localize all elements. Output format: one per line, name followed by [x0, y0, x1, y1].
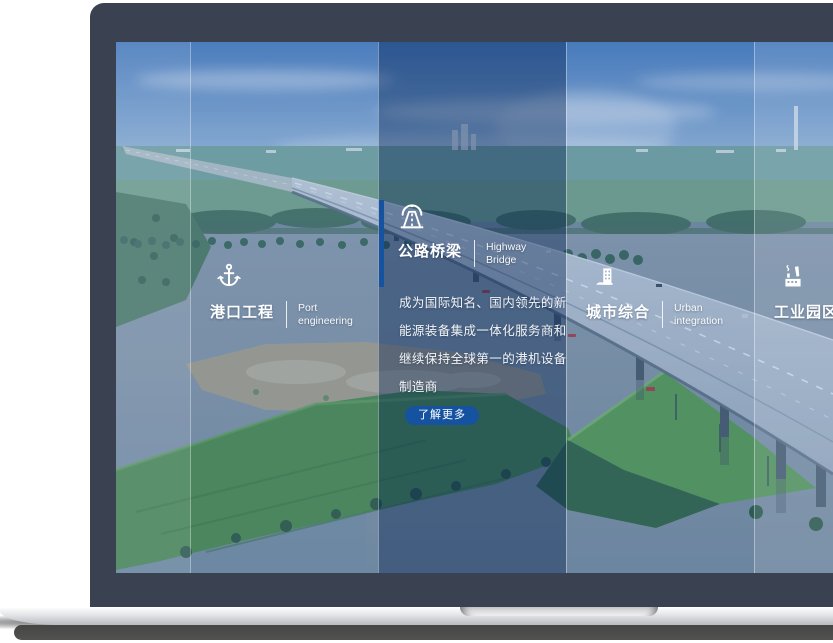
panel-highway-bridge[interactable]: 公路桥梁 Highway Bridge 成为国际知名、国内领先的新 能源装备集成…: [378, 42, 566, 573]
column-separator: [566, 42, 567, 573]
panel-urban-integration[interactable]: 城市综合 Urban integration: [566, 42, 754, 573]
column-separator: [190, 42, 191, 573]
panel-title-en: Urban integration: [674, 302, 723, 328]
edge-strip-left: [116, 42, 190, 573]
column-separator: [754, 42, 755, 573]
laptop-screen: 港口工程 Port engineering: [116, 42, 833, 573]
panel-title-zh: 港口工程: [210, 304, 274, 321]
highway-bridge-icon: [397, 201, 427, 231]
column-separator: [378, 42, 379, 573]
panel-title-zh: 工业园区: [774, 304, 833, 321]
panel-title-en: Port engineering: [298, 302, 353, 328]
panel-industrial-park[interactable]: 工业园区: [754, 42, 833, 573]
city-icon: [591, 262, 619, 290]
page-background: 港口工程 Port engineering: [0, 0, 833, 643]
panel-title-zh: 公路桥梁: [398, 243, 462, 260]
panel-title-en: Highway Bridge: [486, 241, 526, 267]
panel-title-row: 城市综合 Urban integration: [586, 304, 723, 328]
panel-title-row: 港口工程 Port engineering: [210, 304, 353, 328]
learn-more-button[interactable]: 了解更多: [405, 406, 479, 425]
title-divider: [662, 301, 663, 328]
anchor-icon: [215, 262, 243, 290]
panel-title-zh: 城市综合: [586, 304, 650, 321]
factory-icon: [779, 262, 807, 290]
laptop-under-shadow: [14, 625, 833, 640]
panel-port-engineering[interactable]: 港口工程 Port engineering: [190, 42, 378, 573]
active-accent-bar: [379, 200, 384, 287]
title-divider: [474, 240, 475, 267]
title-divider: [286, 301, 287, 328]
laptop-base: [0, 607, 833, 625]
panel-title-row: 工业园区: [774, 304, 833, 321]
panel-title-row: 公路桥梁 Highway Bridge: [398, 243, 526, 267]
panel-description: 成为国际知名、国内领先的新 能源装备集成一体化服务商和 继续保持全球第一的港机设…: [399, 289, 567, 401]
laptop-lid-notch: [460, 607, 658, 616]
